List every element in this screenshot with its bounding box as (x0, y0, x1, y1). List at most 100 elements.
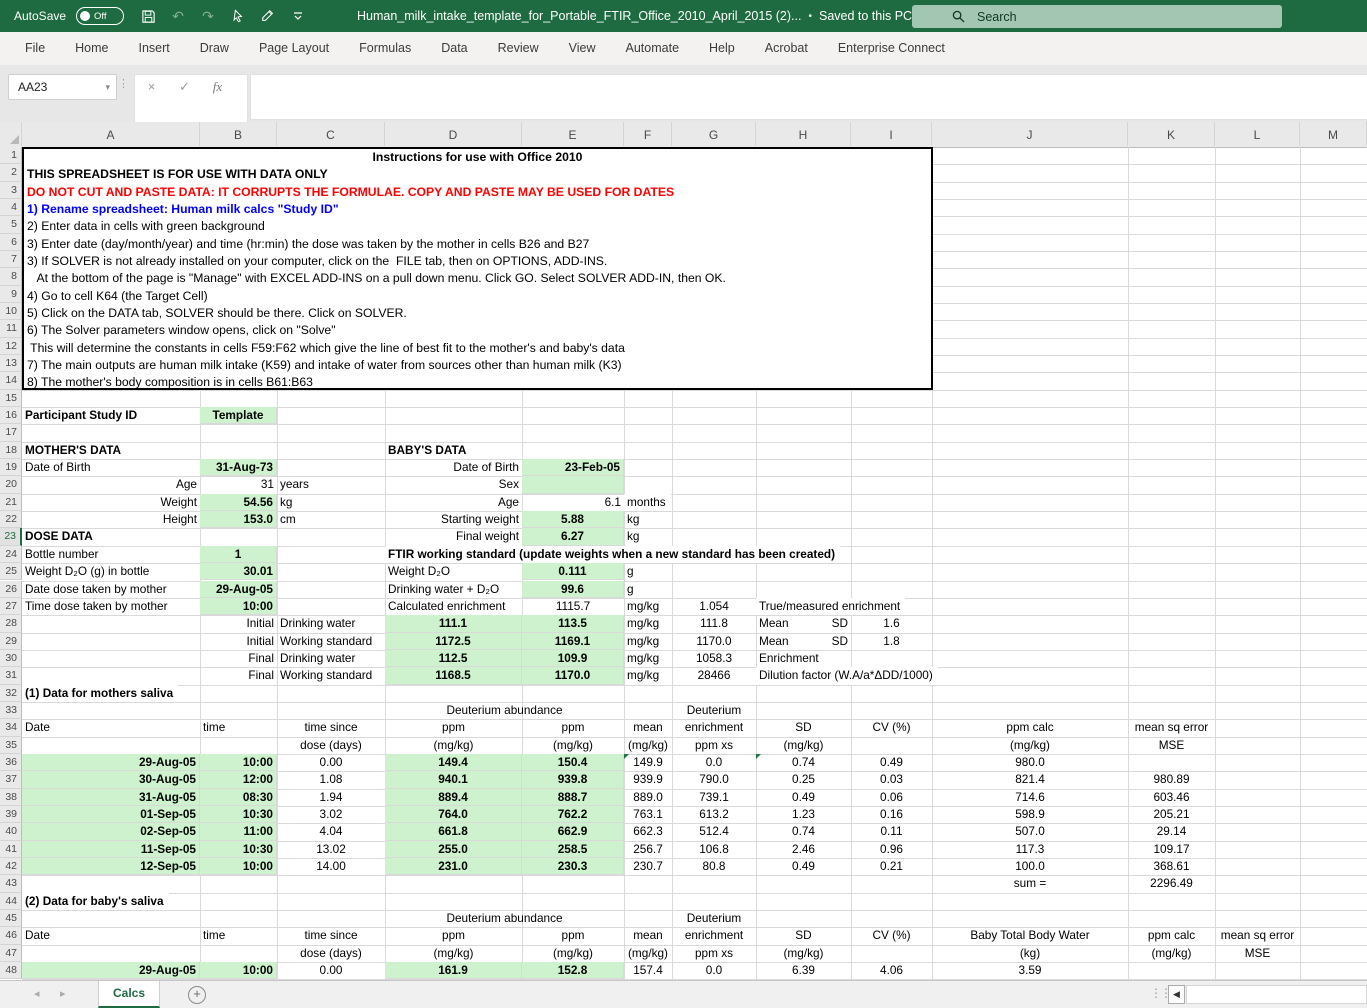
cell-K42[interactable]: 368.61 (1128, 858, 1215, 875)
cell-B39[interactable]: 10:30 (200, 806, 277, 823)
row-header-17[interactable]: 17 (0, 424, 22, 441)
cell-D26[interactable]: Drinking water + D₂O (385, 581, 522, 598)
cell-E37[interactable]: 939.8 (522, 771, 624, 788)
row-header-33[interactable]: 33 (0, 702, 22, 719)
cell-D38[interactable]: 889.4 (385, 789, 522, 806)
cell-F28[interactable]: mg/kg (624, 615, 672, 632)
row-header-29[interactable]: 29 (0, 633, 22, 650)
cell-A8[interactable]: At the bottom of the page is "Manage" wi… (24, 270, 931, 287)
name-box-dropdown-icon[interactable]: ▾ (105, 82, 110, 93)
cell-G27[interactable]: 1.054 (672, 598, 756, 615)
cell-D30[interactable]: 112.5 (385, 650, 522, 667)
cell-E38[interactable]: 888.7 (522, 789, 624, 806)
cell-J37[interactable]: 821.4 (932, 771, 1128, 788)
row-header-32[interactable]: 32 (0, 685, 22, 702)
cell-G42[interactable]: 80.8 (672, 858, 756, 875)
cell-H47[interactable]: (mg/kg) (756, 945, 851, 962)
row-header-5[interactable]: 5 (0, 216, 22, 233)
cell-C21[interactable]: kg (277, 494, 385, 511)
ribbon-tab-enterprise-connect[interactable]: Enterprise Connect (823, 32, 960, 65)
cell-B40[interactable]: 11:00 (200, 823, 277, 840)
cell-D41[interactable]: 255.0 (385, 841, 522, 858)
cell-C37[interactable]: 1.08 (277, 771, 385, 788)
cell-L46[interactable]: mean sq error (1215, 927, 1300, 944)
cell-D25[interactable]: Weight D₂O (385, 563, 522, 580)
row-header-21[interactable]: 21 (0, 494, 22, 511)
cell-B28[interactable]: Initial (200, 615, 277, 632)
cell-F47[interactable]: (mg/kg) (624, 945, 672, 962)
cell-G36[interactable]: 0.0 (672, 754, 756, 771)
cell-G41[interactable]: 106.8 (672, 841, 756, 858)
cell-H36[interactable]: 0.74 (756, 754, 851, 771)
cell-C22[interactable]: cm (277, 511, 385, 528)
cell-D40[interactable]: 661.8 (385, 823, 522, 840)
column-header-K[interactable]: K (1128, 122, 1215, 146)
cell-E47[interactable]: (mg/kg) (522, 945, 624, 962)
column-header-C[interactable]: C (277, 122, 385, 146)
cell-K38[interactable]: 603.46 (1128, 789, 1215, 806)
cell-H35[interactable]: (mg/kg) (756, 737, 851, 754)
cell-J35[interactable]: (mg/kg) (932, 737, 1128, 754)
row-header-38[interactable]: 38 (0, 789, 22, 806)
redo-icon[interactable]: ↷ (200, 8, 216, 24)
cell-B37[interactable]: 12:00 (200, 771, 277, 788)
cell-A14[interactable]: 8) The mother's body composition is in c… (24, 374, 931, 391)
row-header-36[interactable]: 36 (0, 754, 22, 771)
cell-A25[interactable]: Weight D₂O (g) in bottle (22, 563, 200, 580)
cell-I42[interactable]: 0.21 (851, 858, 932, 875)
cell-G46[interactable]: enrichment (672, 927, 756, 944)
row-header-25[interactable]: 25 (0, 563, 22, 580)
cell-A27[interactable]: Time dose taken by mother (22, 598, 200, 615)
cell-E39[interactable]: 762.2 (522, 806, 624, 823)
cell-E22[interactable]: 5.88 (522, 511, 624, 528)
cell-F35[interactable]: (mg/kg) (624, 737, 672, 754)
row-header-37[interactable]: 37 (0, 771, 22, 788)
cell-A7[interactable]: 3) If SOLVER is not already installed on… (24, 253, 931, 270)
cell-E29[interactable]: 1169.1 (522, 633, 624, 650)
row-header-16[interactable]: 16 (0, 407, 22, 424)
sheet-tab-calcs[interactable]: Calcs (98, 981, 160, 1008)
cell-L47[interactable]: MSE (1215, 945, 1300, 962)
cell-J36[interactable]: 980.0 (932, 754, 1128, 771)
cell-B26[interactable]: 29-Aug-05 (200, 581, 277, 598)
cell-D18[interactable]: BABY'S DATA (385, 442, 522, 459)
cell-A48[interactable]: 29-Aug-05 (22, 962, 200, 979)
cell-F29[interactable]: mg/kg (624, 633, 672, 650)
cell-B34[interactable]: time (200, 719, 277, 736)
cell-F30[interactable]: mg/kg (624, 650, 672, 667)
cell-D37[interactable]: 940.1 (385, 771, 522, 788)
cell-B20[interactable]: 31 (200, 476, 277, 493)
cell-C39[interactable]: 3.02 (277, 806, 385, 823)
cell-G47[interactable]: ppm xs (672, 945, 756, 962)
cell-E42[interactable]: 230.3 (522, 858, 624, 875)
cell-C28[interactable]: Drinking water (277, 615, 385, 632)
cell-F22[interactable]: kg (624, 511, 672, 528)
search-input[interactable]: Search (912, 5, 1282, 28)
cell-H31[interactable]: Dilution factor (W.A/a*ΔDD/1000) (756, 667, 938, 684)
cell-A41[interactable]: 11-Sep-05 (22, 841, 200, 858)
ribbon-tab-draw[interactable]: Draw (185, 32, 244, 65)
cell-I39[interactable]: 0.16 (851, 806, 932, 823)
cell-D36[interactable]: 149.4 (385, 754, 522, 771)
cell-B16[interactable]: Template (200, 407, 277, 424)
cell-B46[interactable]: time (200, 927, 277, 944)
cell-A21[interactable]: Weight (22, 494, 200, 511)
row-header-34[interactable]: 34 (0, 719, 22, 736)
cell-G29[interactable]: 1170.0 (672, 633, 756, 650)
sheet-prev-button[interactable]: ◂ (34, 981, 40, 1008)
cell-G45[interactable]: Deuterium (672, 910, 756, 927)
cell-J43[interactable]: sum = (932, 875, 1128, 892)
cell-A38[interactable]: 31-Aug-05 (22, 789, 200, 806)
select-all-button[interactable] (0, 122, 22, 146)
cell-A12[interactable]: This will determine the constants in cel… (24, 340, 931, 357)
insert-function-button[interactable]: fx (201, 78, 234, 96)
cell-C35[interactable]: dose (days) (277, 737, 385, 754)
cell-E19[interactable]: 23-Feb-05 (522, 459, 624, 476)
name-box[interactable]: AA23 ▾ (8, 74, 117, 100)
cell-H38[interactable]: 0.49 (756, 789, 851, 806)
cell-A46[interactable]: Date (22, 927, 200, 944)
ribbon-tab-data[interactable]: Data (426, 32, 482, 65)
row-header-26[interactable]: 26 (0, 581, 22, 598)
sheet-next-button[interactable]: ▸ (60, 981, 66, 1008)
cell-A11[interactable]: 6) The Solver parameters window opens, c… (24, 322, 931, 339)
